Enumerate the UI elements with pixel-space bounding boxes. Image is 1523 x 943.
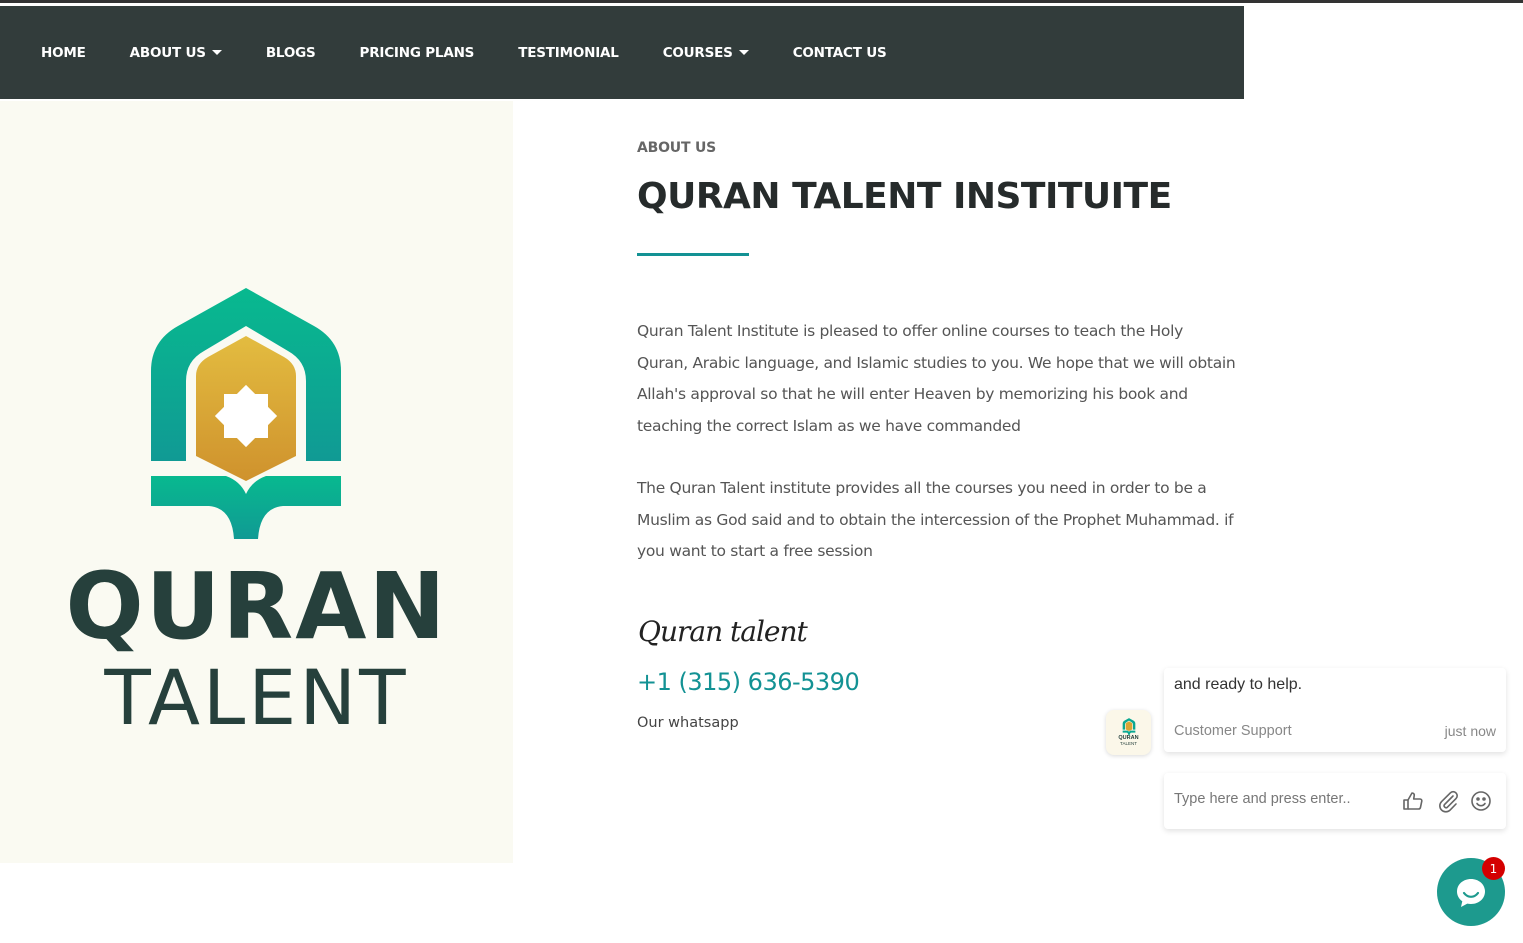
signature: Quran talent <box>638 615 808 648</box>
chat-message-card: and ready to help. Customer Support just… <box>1164 668 1506 752</box>
top-border <box>0 0 1523 3</box>
chat-bubble-icon <box>1457 879 1485 907</box>
nav-home[interactable]: HOME <box>41 45 86 61</box>
support-avatar: QURAN TALENT <box>1106 710 1151 755</box>
logo-word-talent: TALENT <box>104 653 409 742</box>
phone-caption: Our whatsapp <box>637 715 739 731</box>
chat-timestamp: just now <box>1444 723 1496 739</box>
whatsapp-phone-link[interactable]: +1 (315) 636-5390 <box>637 668 860 696</box>
logo-word-quran: QURAN <box>65 553 448 660</box>
thumbs-up-icon[interactable] <box>1401 789 1425 813</box>
title-underline <box>637 253 749 256</box>
unread-badge: 1 <box>1482 857 1505 880</box>
chat-message-text: and ready to help. <box>1174 676 1303 693</box>
nav-about-us-label: ABOUT US <box>129 44 206 61</box>
nav-home-label: HOME <box>41 44 86 61</box>
about-paragraph-2: The Quran Talent institute provides all … <box>637 479 1234 560</box>
chat-sender: Customer Support <box>1174 723 1292 739</box>
about-paragraph-1: Quran Talent Institute is pleased to off… <box>637 322 1236 435</box>
nav-pricing-plans-label: PRICING PLANS <box>359 44 475 61</box>
nav-contact-us[interactable]: CONTACT US <box>793 45 887 61</box>
page-title: QURAN TALENT INSTITUITE <box>637 176 1172 217</box>
about-section: ABOUT US QURAN TALENT INSTITUITE Quran T… <box>637 140 1237 568</box>
mosque-book-star-icon <box>151 288 341 539</box>
nav-testimonial[interactable]: TESTIMONIAL <box>518 44 619 61</box>
smiley-icon[interactable] <box>1469 789 1493 813</box>
chat-input[interactable] <box>1174 791 1384 807</box>
chat-composer <box>1164 773 1506 829</box>
caret-down-icon <box>738 50 749 55</box>
mosque-book-star-icon <box>1122 718 1135 735</box>
nav-blogs-label: BLOGS <box>265 44 316 61</box>
nav-courses-label: COURSES <box>662 44 733 61</box>
nav-blogs[interactable]: BLOGS <box>266 45 316 61</box>
main-nav: HOME ABOUT US BLOGS PRICING PLANS TESTIM… <box>0 6 1244 99</box>
nav-testimonial-label: TESTIMONIAL <box>518 44 619 61</box>
nav-pricing-plans[interactable]: PRICING PLANS <box>360 45 475 61</box>
avatar-text-talent: TALENT <box>1120 741 1137 746</box>
nav-courses[interactable]: COURSES <box>663 45 749 61</box>
nav-contact-us-label: CONTACT US <box>792 44 887 61</box>
nav-about-us[interactable]: ABOUT US <box>130 45 222 61</box>
logo-panel: QURAN TALENT <box>0 101 513 863</box>
section-eyebrow: ABOUT US <box>637 140 717 156</box>
caret-down-icon <box>211 50 222 55</box>
paperclip-icon[interactable] <box>1436 789 1460 813</box>
